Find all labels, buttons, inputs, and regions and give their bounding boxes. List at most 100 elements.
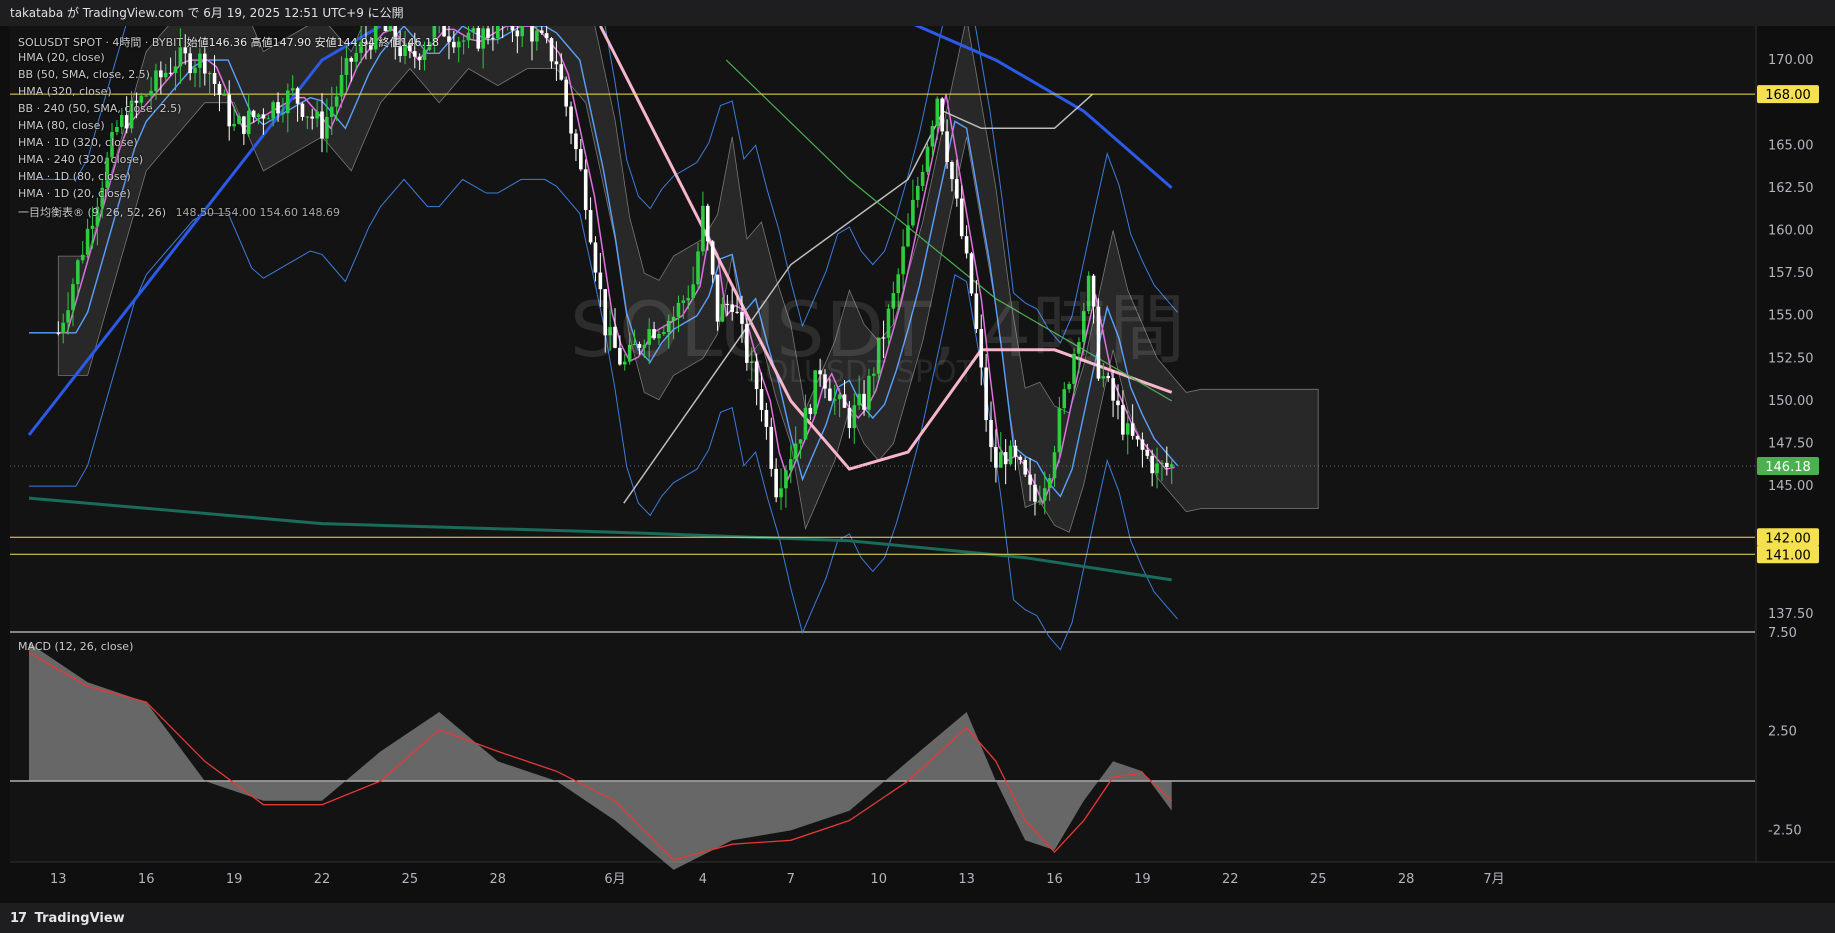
time-tick-label: 19 [1134,872,1151,887]
macd-tick-label: -2.50 [1768,823,1802,838]
candle-down [1121,405,1125,435]
candle-down [452,41,456,48]
candle-up [154,70,158,91]
candle-up [496,26,500,39]
tradingview-logo-icon: 17 [10,911,27,926]
candle-down [579,149,583,170]
candle-up [149,90,153,96]
legend-indicator-1[interactable]: BB (50, SMA, close, 2.5) [18,68,150,81]
candle-down [486,28,490,38]
candle-down [559,64,564,80]
candle-up [779,488,783,498]
candle-up [1062,389,1067,409]
candle-up [119,115,124,127]
candle-down [349,58,354,62]
candle-up [178,47,183,67]
time-tick-label: 28 [490,872,507,887]
candle-down [544,33,549,39]
time-tick-label: 16 [1046,872,1063,887]
time-tick-label: 7月 [1483,872,1504,887]
candle-down [1140,439,1145,450]
candle-down [945,131,949,163]
candle-down [588,210,593,243]
candle-up [266,118,271,120]
candle-down [1150,455,1154,474]
candle-down [564,79,568,107]
candle-up [857,393,861,406]
candle-down [124,115,129,129]
price-chart[interactable]: 168.00142.00141.00146.18 170.00165.00162… [0,26,1835,903]
candle-down [476,28,481,49]
candle-up [334,96,339,107]
candle-down [310,116,315,119]
macd-legend[interactable]: MACD (12, 26, close) [18,640,133,653]
publish-info-bar: takataba が TradingView.com で 6月 19, 2025… [0,0,1835,26]
candle-up [925,146,930,172]
candle-up [915,185,920,200]
time-tick-label: 10 [870,872,887,887]
legend-ichimoku[interactable]: 一目均衡表® (9, 26, 52, 26) 148.50 154.00 154… [18,204,340,220]
candle-up [315,111,319,119]
candle-down [1018,456,1023,460]
candle-up [286,90,290,114]
time-tick-label: 28 [1398,872,1415,887]
candle-down [442,26,446,37]
candle-up [837,394,842,400]
candle-up [144,95,148,97]
candle-down [1130,423,1135,436]
price-tick-label: 145.00 [1768,479,1814,494]
legend-symbol-line[interactable]: SOLUSDT SPOT · 4時間 · BYBIT 始値146.36 高値14… [18,34,439,50]
candle-up [1125,423,1130,435]
legend-indicator-8[interactable]: HMA · 1D (20, close) [18,187,131,200]
candle-up [832,399,837,401]
candle-down [539,30,544,34]
candle-up [90,225,95,229]
legend-indicator-2[interactable]: HMA (320, close) [18,85,112,98]
candle-down [955,179,959,199]
legend-indicator-0[interactable]: HMA (20, close) [18,51,105,64]
candle-down [989,420,993,448]
candle-up [1038,500,1042,502]
level-price-tag-text: 168.00 [1765,88,1811,103]
legend-indicator-3[interactable]: BB · 240 (50, SMA, close, 2.5) [18,102,181,115]
candle-down [1003,452,1008,465]
price-tick-label: 155.00 [1768,309,1814,324]
candle-down [950,162,954,180]
macd-pane [10,633,1755,861]
candle-up [784,470,788,489]
candle-up [461,40,466,42]
legend-indicator-7[interactable]: HMA · 1D (80, close) [18,170,131,183]
candle-down [159,70,163,78]
candle-up [935,98,940,126]
candle-up [789,459,793,471]
candle-up [471,28,476,33]
candle-up [193,67,197,74]
candle-down [491,37,495,39]
candle-down [261,114,266,119]
candle-down [940,98,944,132]
level-price-tag-text: 141.00 [1765,548,1811,563]
candle-down [203,53,207,74]
time-tick-label: 4 [699,872,707,887]
candle-down [168,72,173,74]
candle-up [998,452,1003,468]
candle-up [481,28,485,49]
candle-down [549,38,554,62]
candle-up [1042,488,1047,501]
tradingview-logo[interactable]: 17 TradingView [10,911,125,926]
candle-up [222,94,227,96]
candle-up [422,49,427,61]
candle-up [920,171,925,186]
candle-down [842,394,847,408]
candle-up [344,58,349,75]
candle-down [994,447,998,468]
candle-down [276,102,280,114]
candle-down [764,409,769,427]
legend-indicator-6[interactable]: HMA · 240 (320, close) [18,153,143,166]
legend-symbol: SOLUSDT SPOT · 4時間 · BYBIT [18,36,184,49]
candle-up [80,254,85,261]
macd-tick-label: 2.50 [1768,725,1797,740]
legend-indicator-4[interactable]: HMA (80, close) [18,119,105,132]
candle-down [574,133,578,150]
legend-indicator-5[interactable]: HMA · 1D (320, close) [18,136,138,149]
